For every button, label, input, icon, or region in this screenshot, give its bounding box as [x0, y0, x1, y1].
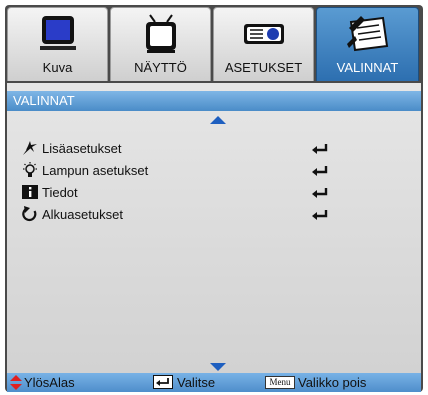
help-updown: YlösAlas — [10, 375, 130, 390]
menu-item-label: Lisäasetukset — [42, 141, 122, 156]
enter-icon — [312, 166, 328, 176]
menu-item-label: Tiedot — [42, 185, 78, 200]
monitor-icon — [39, 16, 76, 50]
updown-label: YlösAlas — [24, 375, 75, 390]
enter-icon — [312, 188, 328, 198]
options-panel: VALINNAT Lisäasetukset Lampun asetukset … — [7, 83, 421, 373]
tab-label: VALINNAT — [336, 60, 399, 75]
advanced-icon — [23, 141, 37, 155]
enter-key-icon — [153, 375, 173, 389]
tab-kuva[interactable]: Kuva — [7, 7, 108, 81]
scroll-up-arrow[interactable] — [210, 116, 226, 124]
tab-valinnat[interactable]: VALINNAT — [316, 7, 419, 81]
tab-label: NÄYTTÖ — [134, 60, 187, 75]
tab-label: Kuva — [42, 60, 73, 75]
enter-icon — [312, 144, 328, 154]
help-exit: Menu Valikko pois — [265, 375, 421, 390]
tab-asetukset[interactable]: ASETUKSET — [213, 7, 314, 81]
lamp-icon — [23, 162, 37, 177]
up-down-arrows-icon — [10, 375, 22, 390]
menu-item-lisaasetukset[interactable]: Lisäasetukset — [21, 139, 328, 159]
enter-icon — [312, 210, 328, 220]
help-select: Valitse — [153, 375, 263, 390]
projector-icon — [243, 24, 284, 44]
menu-item-tiedot[interactable]: Tiedot — [21, 183, 328, 203]
reset-icon — [22, 206, 37, 222]
scroll-down-arrow[interactable] — [210, 363, 226, 371]
menu-item-lampun-asetukset[interactable]: Lampun asetukset — [21, 161, 328, 181]
panel-title: VALINNAT — [7, 91, 421, 111]
menu-key-icon: Menu — [265, 376, 295, 389]
tv-icon — [145, 14, 176, 53]
osd-menu-frame: Kuva NÄYTTÖ ASETUKSET VALINNAT VALINNAT … — [5, 5, 423, 392]
help-bar: YlösAlas Valitse Menu Valikko pois — [7, 373, 421, 392]
select-label: Valitse — [177, 375, 216, 390]
tab-bar: Kuva NÄYTTÖ ASETUKSET VALINNAT — [7, 7, 419, 83]
info-icon — [22, 185, 38, 199]
exit-label: Valikko pois — [298, 375, 367, 390]
menu-item-label: Lampun asetukset — [42, 163, 149, 178]
tab-label: ASETUKSET — [224, 60, 303, 75]
menu-item-alkuasetukset[interactable]: Alkuasetukset — [21, 205, 328, 225]
options-notepad-icon — [346, 16, 388, 52]
menu-item-label: Alkuasetukset — [42, 207, 123, 222]
tab-naytto[interactable]: NÄYTTÖ — [110, 7, 211, 81]
